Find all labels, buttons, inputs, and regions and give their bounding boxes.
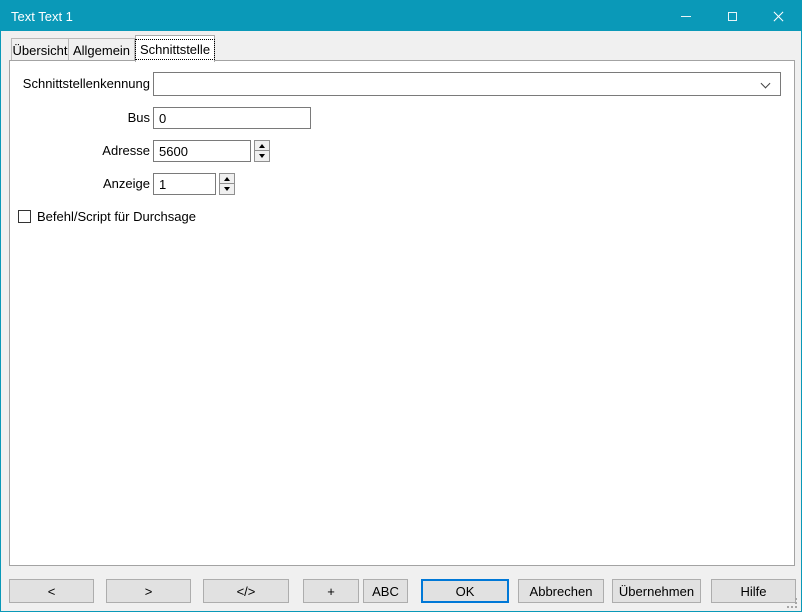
- bus-field[interactable]: [153, 107, 311, 129]
- befehl-script-checkbox[interactable]: Befehl/Script für Durchsage: [18, 209, 196, 224]
- anzeige-spinner-up-button[interactable]: [219, 173, 235, 184]
- window-controls: [663, 1, 801, 31]
- cancel-button[interactable]: Abbrechen: [518, 579, 604, 603]
- maximize-icon: [728, 12, 737, 21]
- dialog-window: Text Text 1 Übersicht Allgemein Schnitts…: [0, 0, 802, 612]
- tab-label: Allgemein: [73, 43, 130, 58]
- tab-allgemein[interactable]: Allgemein: [68, 38, 135, 61]
- anzeige-spinner-down-button[interactable]: [219, 184, 235, 195]
- tab-schnittstelle[interactable]: Schnittstelle: [135, 35, 215, 62]
- anzeige-spinner: [219, 173, 235, 195]
- titlebar: Text Text 1: [1, 1, 801, 31]
- ok-button[interactable]: OK: [421, 579, 509, 603]
- checkbox-label: Befehl/Script für Durchsage: [37, 209, 196, 224]
- abc-button[interactable]: ABC: [363, 579, 408, 603]
- apply-button[interactable]: Übernehmen: [612, 579, 701, 603]
- window-title: Text Text 1: [1, 9, 73, 24]
- schnittstellenkennung-label: Schnittstellenkennung: [20, 73, 150, 95]
- spinner-down-icon: [224, 187, 230, 191]
- anzeige-label: Anzeige: [20, 173, 150, 195]
- close-button[interactable]: [755, 1, 801, 31]
- nav-forward-button[interactable]: >: [106, 579, 191, 603]
- spinner-up-icon: [259, 144, 265, 148]
- nav-back-button[interactable]: <: [9, 579, 94, 603]
- close-icon: [773, 11, 784, 22]
- adresse-spinner-down-button[interactable]: [254, 151, 270, 162]
- tab-uebersicht[interactable]: Übersicht: [11, 38, 69, 61]
- maximize-button[interactable]: [709, 1, 755, 31]
- anzeige-field[interactable]: [153, 173, 216, 195]
- tab-panel-schnittstelle: Schnittstellenkennung Bus Adresse Anzeig…: [9, 60, 795, 566]
- bus-label: Bus: [20, 107, 150, 129]
- code-button[interactable]: </>: [203, 579, 289, 603]
- adresse-field[interactable]: [153, 140, 251, 162]
- schnittstellenkennung-combobox[interactable]: [153, 72, 781, 96]
- chevron-down-icon: [761, 79, 771, 89]
- spinner-up-icon: [224, 177, 230, 181]
- minimize-button[interactable]: [663, 1, 709, 31]
- adresse-spinner: [254, 140, 270, 162]
- adresse-label: Adresse: [20, 140, 150, 162]
- adresse-spinner-up-button[interactable]: [254, 140, 270, 151]
- tab-label: Schnittstelle: [135, 39, 215, 60]
- resize-grip[interactable]: [795, 606, 797, 608]
- minimize-icon: [681, 16, 691, 17]
- add-button[interactable]: +: [303, 579, 359, 603]
- checkbox-box-icon: [18, 210, 31, 223]
- spinner-down-icon: [259, 154, 265, 158]
- tab-label: Übersicht: [13, 43, 68, 58]
- help-button[interactable]: Hilfe: [711, 579, 796, 603]
